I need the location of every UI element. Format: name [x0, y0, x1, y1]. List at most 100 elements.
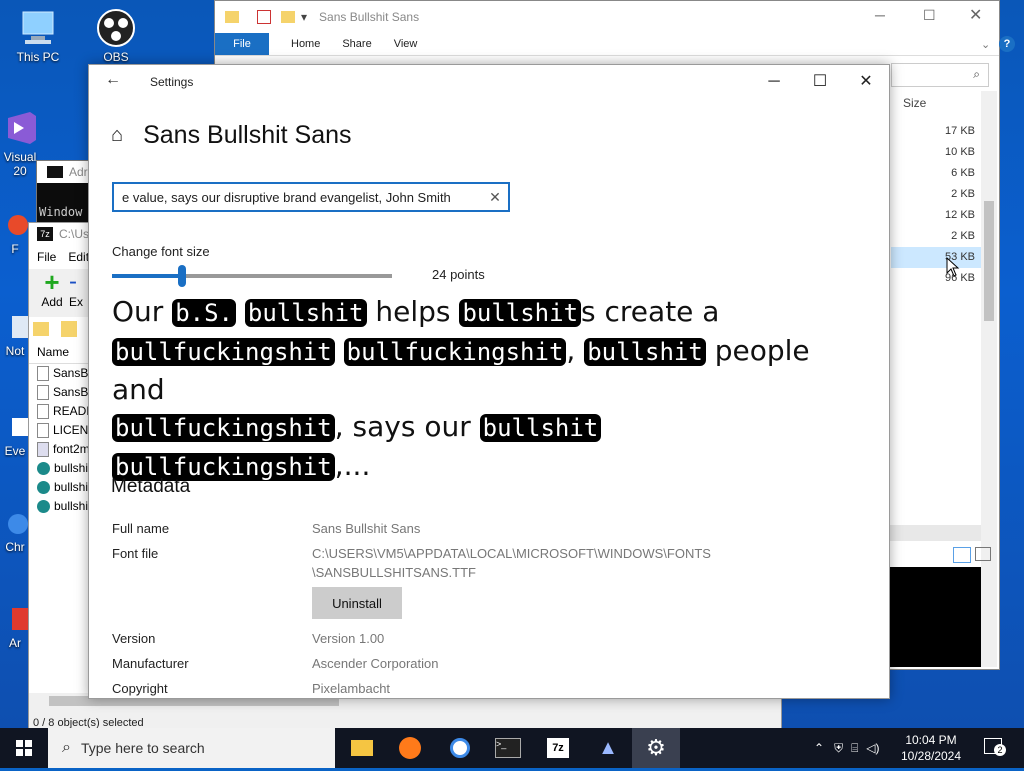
manufacturer-label: Manufacturer — [112, 656, 189, 671]
desktop-icon-label: Eve — [4, 444, 26, 458]
full-name-label: Full name — [112, 521, 170, 536]
desktop-icon-visual-studio[interactable]: Visual 20 — [0, 108, 40, 178]
taskbar-terminal[interactable]: >_ — [484, 728, 532, 768]
add-button-label: Add — [41, 295, 63, 309]
explorer-vertical-scrollbar[interactable] — [981, 91, 997, 667]
home-icon[interactable]: ⌂ — [111, 124, 123, 147]
desktop-icon-notepad[interactable]: Not — [0, 312, 30, 358]
ribbon-tab-share[interactable]: Share — [342, 38, 371, 50]
chromium-icon — [450, 738, 470, 758]
taskbar-chromium[interactable] — [436, 728, 484, 768]
desktop-icon-this-pc[interactable]: This PC — [8, 8, 68, 64]
scrollbar-thumb[interactable] — [984, 201, 994, 321]
new-folder-icon[interactable] — [281, 11, 295, 23]
event-icon — [0, 412, 30, 442]
7zip-path: C:\Us — [59, 227, 89, 241]
page-title: Sans Bullshit Sans — [143, 121, 352, 149]
obs-icon — [95, 8, 137, 48]
ribbon-expand-icon[interactable]: ⌄ — [981, 38, 990, 51]
back-arrow-icon[interactable]: ← — [105, 71, 121, 89]
ribbon-tab-home[interactable]: Home — [291, 38, 320, 50]
explorer-titlebar[interactable]: ▾ Sans Bullshit Sans ─ ☐ ✕ — [215, 1, 999, 33]
taskbar-app[interactable]: ▲ — [584, 728, 632, 768]
help-icon[interactable]: ? — [999, 36, 1015, 52]
ribbon-tab-file[interactable]: File — [215, 33, 269, 55]
firefox-icon — [399, 737, 421, 759]
settings-titlebar[interactable]: ← Settings ─ ☐ ✕ — [89, 65, 889, 99]
taskbar-settings[interactable]: ⚙ — [632, 728, 680, 768]
extract-button[interactable]: - Ex — [69, 269, 89, 317]
maximize-button[interactable]: ☐ — [923, 7, 936, 24]
preview-text-input[interactable]: e value, says our disruptive brand evang… — [112, 182, 510, 212]
desktop-icon-label: F — [11, 242, 19, 256]
taskbar-firefox[interactable] — [386, 728, 434, 768]
preview-text-value: e value, says our disruptive brand evang… — [122, 189, 451, 205]
desktop-icon-ar[interactable]: Ar — [0, 604, 30, 650]
desktop-icon-event[interactable]: Eve — [0, 412, 30, 458]
security-icon[interactable]: ⛨ — [834, 741, 843, 756]
file-size: 2 KB — [951, 188, 975, 200]
preview-word: helps — [375, 295, 451, 328]
font-file-path-line2: \SANSBULLSHITSANS.TTF — [312, 565, 476, 580]
uninstall-button[interactable]: Uninstall — [312, 587, 402, 619]
file-size-selected[interactable]: 53 KB — [891, 247, 987, 268]
visual-studio-icon — [0, 108, 40, 148]
ribbon-tab-view[interactable]: View — [394, 38, 418, 50]
font-size-value: 24 points — [432, 267, 485, 282]
explorer-horizontal-scrollbar[interactable] — [889, 525, 981, 541]
settings-window[interactable]: ← Settings ─ ☐ ✕ ⌂ Sans Bullshit Sans e … — [88, 64, 890, 699]
page-header: ⌂ Sans Bullshit Sans — [111, 121, 352, 150]
desktop-icon-chrome[interactable]: Chr — [0, 508, 30, 554]
edge-icon — [37, 462, 50, 476]
volume-icon[interactable]: ◁) — [866, 741, 879, 755]
minimize-button[interactable]: ─ — [751, 69, 797, 95]
preview-glyph-block: b.S. — [172, 299, 236, 327]
menu-file[interactable]: File — [37, 250, 56, 264]
explorer-ribbon: File Home Share View ⌄ ? — [215, 33, 1015, 56]
mouse-cursor-icon — [946, 256, 960, 280]
properties-icon[interactable] — [257, 10, 271, 24]
app-icon — [0, 210, 30, 240]
chrome-icon — [0, 508, 30, 538]
version-value: Version 1.00 — [312, 631, 385, 646]
computer-icon — [17, 8, 59, 48]
taskbar-file-explorer[interactable] — [338, 728, 386, 768]
start-button[interactable] — [0, 728, 48, 768]
maximize-button[interactable]: ☐ — [797, 69, 843, 95]
column-header-size[interactable]: Size — [891, 91, 987, 121]
slider-thumb[interactable] — [178, 265, 186, 287]
view-icons-icon[interactable] — [975, 547, 991, 561]
minimize-button[interactable]: ─ — [875, 7, 885, 23]
font-size-slider[interactable] — [112, 265, 392, 287]
close-button[interactable]: ✕ — [843, 69, 889, 95]
explorer-title: Sans Bullshit Sans — [319, 10, 420, 24]
close-button[interactable]: ✕ — [969, 5, 982, 25]
file-size: 6 KB — [951, 167, 975, 179]
notification-count: 2 — [994, 744, 1006, 756]
notifications-button[interactable]: 2 — [982, 736, 1006, 760]
metadata-heading: Metadata — [111, 476, 191, 497]
add-button[interactable]: + Add — [37, 269, 67, 317]
notepad-icon — [0, 312, 30, 342]
menu-edit[interactable]: Edit — [68, 250, 89, 264]
7zip-icon: 7z — [37, 227, 53, 241]
network-icon[interactable]: ⌸ — [851, 741, 858, 756]
explorer-search-box[interactable]: ⌕ — [891, 63, 989, 87]
chevron-down-icon[interactable]: ▾ — [301, 10, 307, 24]
search-icon: ⌕ — [973, 67, 980, 81]
taskbar-7zip[interactable]: 7z — [534, 728, 582, 768]
desktop-icon-obs[interactable]: OBS Studio — [86, 8, 146, 64]
desktop-icon-label: Chr — [5, 540, 25, 554]
taskbar-search-box[interactable]: ⌕ Type here to search — [48, 728, 335, 768]
clock-date: 10/28/2024 — [900, 749, 962, 763]
taskbar-clock[interactable]: 10:04 PM 10/28/2024 — [896, 732, 966, 764]
desktop-icon-f[interactable]: F — [0, 210, 30, 256]
chevron-up-icon[interactable]: ⌃ — [814, 741, 824, 755]
view-details-icon[interactable] — [953, 547, 971, 563]
slider-fill — [112, 274, 182, 278]
clear-icon[interactable]: ✕ — [482, 189, 508, 206]
app-icon — [0, 604, 30, 634]
file-size: 10 KB — [945, 146, 975, 158]
folder-up-icon[interactable] — [33, 322, 49, 336]
font-file-label: Font file — [112, 546, 159, 561]
